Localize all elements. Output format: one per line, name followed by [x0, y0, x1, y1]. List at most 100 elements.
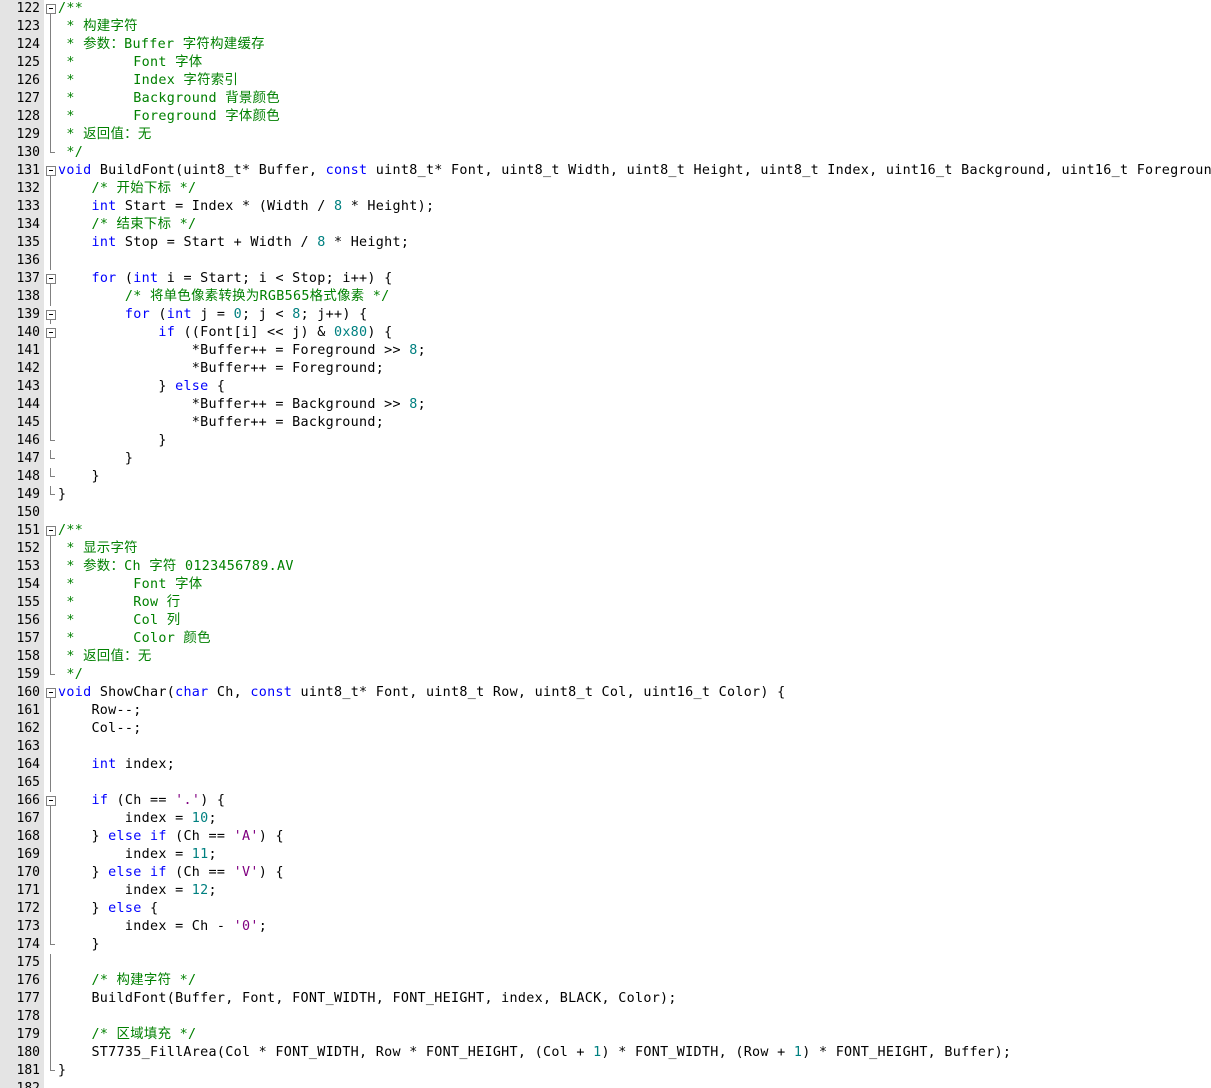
code-line[interactable]: 143 } else {: [0, 378, 1211, 396]
code-line[interactable]: 173 index = Ch - '0';: [0, 918, 1211, 936]
code-line[interactable]: 156 * Col 列: [0, 612, 1211, 630]
code-line[interactable]: 139 for (int j = 0; j < 8; j++) {: [0, 306, 1211, 324]
code-text[interactable]: }: [58, 486, 66, 504]
code-line[interactable]: 151 /**: [0, 522, 1211, 540]
code-text[interactable]: index = 11;: [58, 846, 217, 864]
code-line[interactable]: 160 void ShowChar(char Ch, const uint8_t*…: [0, 684, 1211, 702]
code-line[interactable]: 170 } else if (Ch == 'V') {: [0, 864, 1211, 882]
fold-collapse-icon[interactable]: [44, 270, 58, 288]
code-line[interactable]: 159 */: [0, 666, 1211, 684]
code-line[interactable]: 147 }: [0, 450, 1211, 468]
code-line[interactable]: 172 } else {: [0, 900, 1211, 918]
code-line[interactable]: 161 Row--;: [0, 702, 1211, 720]
fold-collapse-icon[interactable]: [44, 306, 58, 324]
code-text[interactable]: index = Ch - '0';: [58, 918, 267, 936]
code-line[interactable]: 127 * Background 背景颜色: [0, 90, 1211, 108]
code-line[interactable]: 141 *Buffer++ = Foreground >> 8;: [0, 342, 1211, 360]
code-text[interactable]: void ShowChar(char Ch, const uint8_t* Fo…: [58, 684, 786, 702]
code-line[interactable]: 153 * 参数：Ch 字符 0123456789.AV: [0, 558, 1211, 576]
code-text[interactable]: } else if (Ch == 'A') {: [58, 828, 284, 846]
code-line[interactable]: 128 * Foreground 字体颜色: [0, 108, 1211, 126]
code-line[interactable]: 163: [0, 738, 1211, 756]
code-text[interactable]: void BuildFont(uint8_t* Buffer, const ui…: [58, 162, 1211, 180]
code-line[interactable]: 169 index = 11;: [0, 846, 1211, 864]
code-line[interactable]: 166 if (Ch == '.') {: [0, 792, 1211, 810]
code-line[interactable]: 176 /* 构建字符 */: [0, 972, 1211, 990]
code-text[interactable]: *Buffer++ = Foreground;: [58, 360, 384, 378]
code-line[interactable]: 144 *Buffer++ = Background >> 8;: [0, 396, 1211, 414]
code-line[interactable]: 162 Col--;: [0, 720, 1211, 738]
code-text[interactable]: }: [58, 936, 100, 954]
code-editor[interactable]: 122/** 123 * 构建字符 124 * 参数：Buffer 字符构建缓存 12…: [0, 0, 1211, 1088]
code-text[interactable]: ST7735_FillArea(Col * FONT_WIDTH, Row * …: [58, 1044, 1011, 1062]
code-text[interactable]: index = 10;: [58, 810, 217, 828]
code-line[interactable]: 171 index = 12;: [0, 882, 1211, 900]
code-line[interactable]: 149}: [0, 486, 1211, 504]
code-text[interactable]: int Stop = Start + Width / 8 * Height;: [58, 234, 409, 252]
code-text[interactable]: * Font 字体: [58, 54, 202, 72]
code-text[interactable]: /* 构建字符 */: [58, 972, 196, 990]
code-text[interactable]: }: [58, 432, 167, 450]
code-line[interactable]: 133 int Start = Index * (Width / 8 * Hei…: [0, 198, 1211, 216]
code-text[interactable]: * Foreground 字体颜色: [58, 108, 280, 126]
code-line[interactable]: 132 /* 开始下标 */: [0, 180, 1211, 198]
code-text[interactable]: int Start = Index * (Width / 8 * Height)…: [58, 198, 434, 216]
code-line[interactable]: 167 index = 10;: [0, 810, 1211, 828]
code-line[interactable]: 145 *Buffer++ = Background;: [0, 414, 1211, 432]
code-line[interactable]: 131 void BuildFont(uint8_t* Buffer, const…: [0, 162, 1211, 180]
code-line[interactable]: 129 * 返回值：无: [0, 126, 1211, 144]
code-line[interactable]: 123 * 构建字符: [0, 18, 1211, 36]
code-line[interactable]: 155 * Row 行: [0, 594, 1211, 612]
code-line[interactable]: 178: [0, 1008, 1211, 1026]
fold-collapse-icon[interactable]: [44, 162, 58, 180]
code-text[interactable]: for (int i = Start; i < Stop; i++) {: [58, 270, 393, 288]
code-text[interactable]: Col--;: [58, 720, 142, 738]
fold-collapse-icon[interactable]: [44, 522, 58, 540]
fold-collapse-icon[interactable]: [44, 0, 58, 18]
code-text[interactable]: */: [58, 144, 83, 162]
code-text[interactable]: * 参数：Buffer 字符构建缓存: [58, 36, 265, 54]
code-text[interactable]: * Color 颜色: [58, 630, 211, 648]
fold-collapse-icon[interactable]: [44, 324, 58, 342]
code-line[interactable]: 157 * Color 颜色: [0, 630, 1211, 648]
code-line[interactable]: 181}: [0, 1062, 1211, 1080]
code-line[interactable]: 138 /* 将单色像素转换为RGB565格式像素 */: [0, 288, 1211, 306]
code-line[interactable]: 146 }: [0, 432, 1211, 450]
code-line[interactable]: 140 if ((Font[i] << j) & 0x80) {: [0, 324, 1211, 342]
code-line[interactable]: 125 * Font 字体: [0, 54, 1211, 72]
code-text[interactable]: * 返回值：无: [58, 648, 152, 666]
code-line[interactable]: 124 * 参数：Buffer 字符构建缓存: [0, 36, 1211, 54]
code-text[interactable]: * Col 列: [58, 612, 180, 630]
code-text[interactable]: } else {: [58, 900, 158, 918]
code-text[interactable]: * Index 字符索引: [58, 72, 238, 90]
code-line[interactable]: 126 * Index 字符索引: [0, 72, 1211, 90]
code-text[interactable]: } else if (Ch == 'V') {: [58, 864, 284, 882]
code-text[interactable]: int index;: [58, 756, 175, 774]
code-text[interactable]: }: [58, 450, 133, 468]
code-text[interactable]: /**: [58, 522, 83, 540]
code-line[interactable]: 122 /**: [0, 0, 1211, 18]
code-text[interactable]: /* 开始下标 */: [58, 180, 196, 198]
code-text[interactable]: Row--;: [58, 702, 142, 720]
code-line[interactable]: 150: [0, 504, 1211, 522]
code-text[interactable]: *Buffer++ = Background;: [58, 414, 384, 432]
code-text[interactable]: BuildFont(Buffer, Font, FONT_WIDTH, FONT…: [58, 990, 677, 1008]
code-text[interactable]: * 显示字符: [58, 540, 138, 558]
code-text[interactable]: /* 结束下标 */: [58, 216, 196, 234]
code-text[interactable]: * Font 字体: [58, 576, 202, 594]
code-line[interactable]: 158 * 返回值：无: [0, 648, 1211, 666]
code-text[interactable]: * 构建字符: [58, 18, 138, 36]
code-text[interactable]: if (Ch == '.') {: [58, 792, 225, 810]
code-text[interactable]: for (int j = 0; j < 8; j++) {: [58, 306, 367, 324]
code-line[interactable]: 148 }: [0, 468, 1211, 486]
code-line[interactable]: 137 for (int i = Start; i < Stop; i++) {: [0, 270, 1211, 288]
code-text[interactable]: *Buffer++ = Foreground >> 8;: [58, 342, 426, 360]
code-text[interactable]: * 返回值：无: [58, 126, 152, 144]
code-line[interactable]: 179 /* 区域填充 */: [0, 1026, 1211, 1044]
code-text[interactable]: * 参数：Ch 字符 0123456789.AV: [58, 558, 294, 576]
code-text[interactable]: */: [58, 666, 83, 684]
code-line[interactable]: 136: [0, 252, 1211, 270]
code-text[interactable]: if ((Font[i] << j) & 0x80) {: [58, 324, 393, 342]
code-line[interactable]: 152 * 显示字符: [0, 540, 1211, 558]
code-line[interactable]: 130 */: [0, 144, 1211, 162]
